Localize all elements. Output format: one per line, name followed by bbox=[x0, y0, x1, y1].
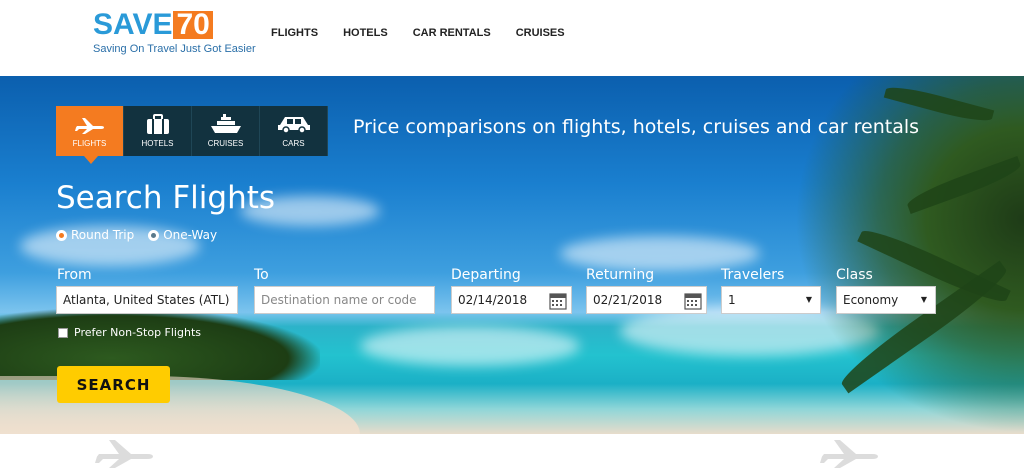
departing-field[interactable]: 02/14/2018 bbox=[451, 286, 572, 314]
trip-type-options: Round Trip One-Way bbox=[56, 228, 231, 242]
travelers-label: Travelers bbox=[721, 267, 785, 283]
returning-value: 02/21/2018 bbox=[593, 293, 663, 307]
nav-flights[interactable]: FLIGHTS bbox=[271, 27, 318, 39]
round-trip-option[interactable]: Round Trip bbox=[56, 228, 134, 242]
tab-flights[interactable]: FLIGHTS bbox=[56, 106, 124, 164]
nonstop-option[interactable]: Prefer Non-Stop Flights bbox=[58, 326, 201, 339]
logo-tagline: Saving On Travel Just Got Easier bbox=[93, 43, 256, 55]
from-field[interactable]: Atlanta, United States (ATL) bbox=[56, 286, 238, 314]
logo[interactable]: SAVE 70 Saving On Travel Just Got Easier bbox=[93, 10, 256, 56]
calendar-icon[interactable] bbox=[684, 292, 702, 310]
plane-icon bbox=[74, 118, 104, 134]
main-nav: FLIGHTS HOTELS CAR RENTALS CRUISES bbox=[271, 27, 590, 39]
to-input[interactable] bbox=[261, 293, 434, 307]
to-field[interactable] bbox=[254, 286, 435, 314]
one-way-option[interactable]: One-Way bbox=[148, 228, 217, 242]
logo-number: 70 bbox=[173, 10, 213, 40]
tab-label: CRUISES bbox=[207, 139, 244, 148]
nonstop-checkbox[interactable] bbox=[58, 327, 68, 338]
below-hero-strip bbox=[0, 434, 1024, 471]
tab-cars[interactable]: CARS bbox=[260, 106, 328, 156]
class-select[interactable]: Economy ▼ bbox=[836, 286, 936, 314]
tab-cruises[interactable]: CRUISES bbox=[192, 106, 260, 156]
returning-label: Returning bbox=[586, 267, 655, 283]
nav-hotels[interactable]: HOTELS bbox=[343, 27, 388, 39]
chevron-down-icon: ▼ bbox=[920, 295, 927, 304]
tab-hotels[interactable]: HOTELS bbox=[124, 106, 192, 156]
class-label: Class bbox=[836, 267, 873, 283]
tab-label: FLIGHTS bbox=[72, 139, 107, 148]
round-trip-radio[interactable] bbox=[56, 229, 67, 241]
search-button[interactable]: SEARCH bbox=[57, 366, 170, 403]
logo-word: SAVE bbox=[93, 8, 173, 41]
from-value: Atlanta, United States (ATL) bbox=[63, 293, 230, 307]
nonstop-label: Prefer Non-Stop Flights bbox=[74, 326, 201, 339]
logo-wordmark: SAVE 70 bbox=[93, 10, 256, 40]
from-label: From bbox=[57, 267, 92, 283]
cloud bbox=[560, 236, 760, 271]
chevron-down-icon: ▼ bbox=[805, 295, 812, 304]
search-type-tabs: FLIGHTS HOTELS CRUISES CARS bbox=[56, 106, 328, 164]
car-icon bbox=[277, 117, 310, 134]
one-way-label: One-Way bbox=[163, 228, 218, 242]
departing-label: Departing bbox=[451, 267, 521, 283]
travelers-select[interactable]: 1 ▼ bbox=[721, 286, 821, 314]
plane-icon bbox=[820, 440, 878, 468]
tab-label: HOTELS bbox=[141, 139, 174, 148]
one-way-radio[interactable] bbox=[148, 229, 160, 241]
calendar-icon[interactable] bbox=[549, 292, 567, 310]
cloud bbox=[360, 326, 580, 366]
beach-scenery bbox=[0, 376, 360, 434]
plane-icon bbox=[95, 440, 153, 468]
class-value: Economy bbox=[843, 293, 899, 307]
travelers-value: 1 bbox=[728, 293, 736, 307]
tab-label: CARS bbox=[282, 139, 305, 148]
nav-car-rentals[interactable]: CAR RENTALS bbox=[413, 27, 491, 39]
hero-banner: FLIGHTS HOTELS CRUISES CARS Price compar… bbox=[0, 76, 1024, 434]
departing-value: 02/14/2018 bbox=[458, 293, 528, 307]
suitcase-icon bbox=[146, 114, 169, 134]
to-label: To bbox=[254, 267, 269, 283]
hero-tagline: Price comparisons on flights, hotels, cr… bbox=[353, 116, 920, 138]
ship-icon bbox=[210, 114, 241, 133]
returning-field[interactable]: 02/21/2018 bbox=[586, 286, 707, 314]
round-trip-label: Round Trip bbox=[71, 228, 135, 242]
search-title: Search Flights bbox=[56, 180, 276, 216]
site-header: SAVE 70 Saving On Travel Just Got Easier… bbox=[0, 0, 1024, 76]
nav-cruises[interactable]: CRUISES bbox=[516, 27, 565, 39]
